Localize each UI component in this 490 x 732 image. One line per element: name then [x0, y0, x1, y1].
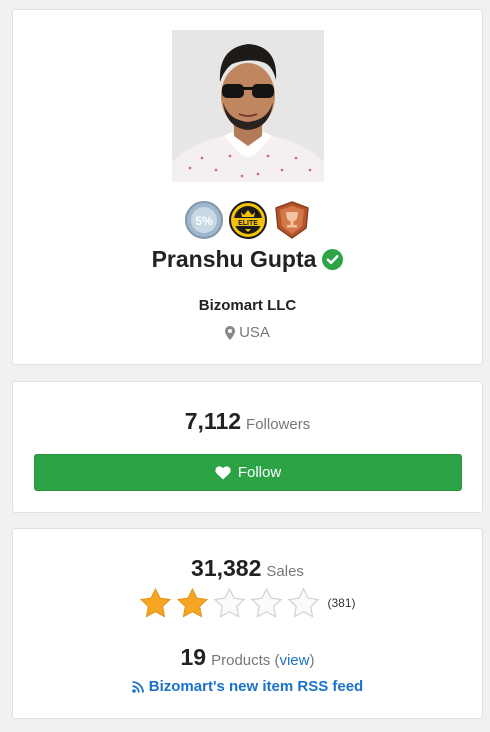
sales-count-row: 31,382 Sales [13, 555, 482, 582]
products-row: 19 Products (view) [13, 644, 482, 671]
name-row: Pranshu Gupta [13, 246, 482, 273]
products-label: Products (view) [211, 652, 315, 669]
rss-icon [131, 680, 144, 693]
company-name: Bizomart LLC [198, 297, 297, 314]
followers-label: Followers [246, 416, 311, 433]
rss-feed-label: Bizomart's new item RSS feed [148, 678, 364, 695]
star-empty-icon [288, 587, 320, 618]
view-products-link[interactable]: view [279, 652, 309, 669]
followers-card: 7,112 Followers Follow [12, 381, 483, 513]
rating-count: (381) [327, 596, 356, 610]
profile-card: 5% ELITE Pranshu Gupta Bizomart LLC USA [12, 9, 483, 365]
trophy-badge-icon[interactable] [272, 200, 312, 240]
followers-count-row: 7,112 Followers [13, 408, 482, 435]
svg-text:5%: 5% [195, 214, 213, 228]
author-name: Pranshu Gupta [151, 246, 317, 272]
map-pin-icon [225, 325, 236, 340]
location: USA [13, 324, 482, 341]
follow-button-label: Follow [237, 464, 282, 481]
heart-icon [215, 465, 231, 479]
star-empty-icon [214, 587, 246, 618]
sales-card: 31,382 Sales (381) 19 Products (view) Bi… [12, 528, 483, 719]
products-count: 19 [180, 644, 207, 670]
top-5-percent-badge-icon[interactable]: 5% [184, 200, 224, 240]
star-filled-icon [140, 587, 172, 618]
sales-label: Sales [266, 563, 304, 580]
rss-feed-link[interactable]: Bizomart's new item RSS feed [13, 678, 482, 695]
avatar-photo [172, 30, 324, 182]
followers-count: 7,112 [184, 408, 242, 434]
avatar[interactable] [172, 30, 324, 182]
elite-author-badge-icon[interactable]: ELITE [228, 200, 268, 240]
star-empty-icon [251, 587, 283, 618]
check-circle-icon [322, 249, 344, 270]
rating-stars: (381) [13, 587, 482, 619]
star-filled-icon [177, 587, 209, 618]
svg-text:ELITE: ELITE [238, 220, 258, 227]
sales-count: 31,382 [191, 555, 262, 581]
location-text: USA [239, 324, 270, 341]
follow-button[interactable]: Follow [34, 454, 462, 491]
badge-list: 5% ELITE [13, 200, 482, 240]
